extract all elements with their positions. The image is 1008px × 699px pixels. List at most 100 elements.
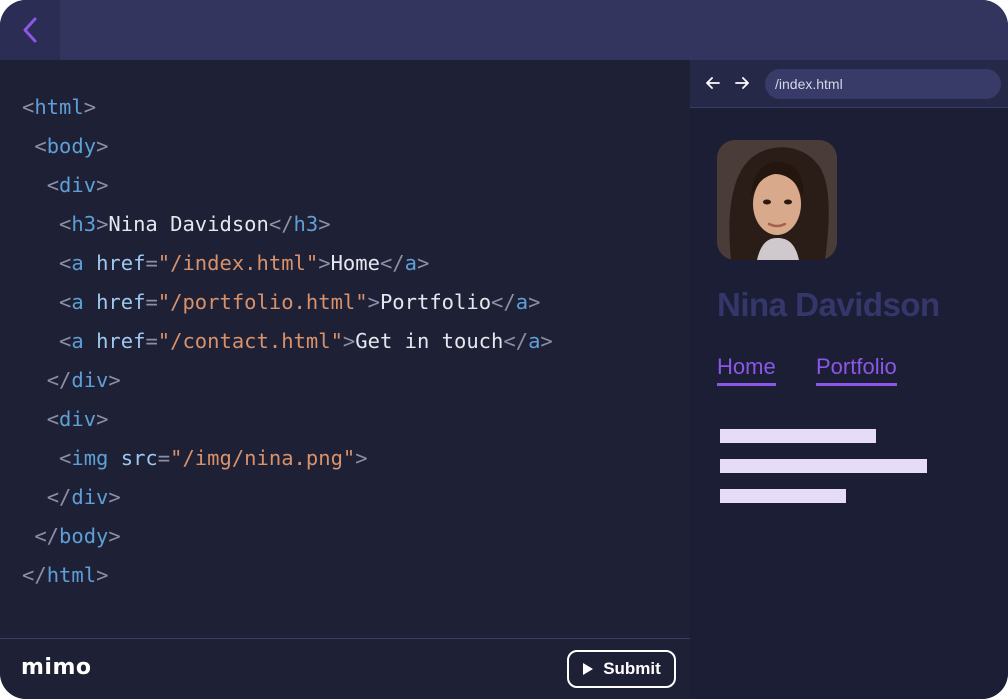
- code-token: Nina Davidson: [108, 212, 269, 236]
- arrow-left-icon: [706, 77, 720, 89]
- code-token: href: [96, 290, 146, 314]
- code-line[interactable]: <body>: [22, 127, 553, 166]
- code-token: >: [96, 407, 109, 431]
- back-button[interactable]: [0, 0, 60, 60]
- code-token: >: [83, 95, 97, 119]
- code-token: a: [404, 251, 417, 275]
- code-token: div: [59, 407, 97, 431]
- code-token: </: [46, 368, 72, 392]
- submit-label: Submit: [603, 659, 661, 678]
- play-icon: [583, 663, 594, 675]
- code-token: <: [59, 329, 72, 353]
- code-token: </: [46, 485, 72, 509]
- code-token: </: [491, 290, 516, 314]
- code-token: >: [540, 329, 553, 353]
- browser-toolbar: /index.html: [690, 60, 1008, 108]
- code-token: >: [108, 485, 121, 509]
- code-token: div: [71, 485, 109, 509]
- editor-footer: mimo Submit: [0, 638, 690, 699]
- code-token: =: [157, 446, 171, 470]
- code-token: <: [59, 290, 72, 314]
- profile-photo: [717, 140, 837, 260]
- code-token: div: [59, 173, 97, 197]
- code-line[interactable]: <h3>Nina Davidson</h3>: [22, 205, 553, 244]
- code-line[interactable]: <a href="/contact.html">Get in touch</a>: [22, 322, 553, 361]
- code-line[interactable]: <a href="/index.html">Home</a>: [22, 244, 553, 283]
- url-bar[interactable]: /index.html: [765, 69, 1001, 99]
- code-token: Get in touch: [355, 329, 504, 353]
- code-token: >: [108, 368, 121, 392]
- code-content[interactable]: <html> <body> <div> <h3>Nina Davidson</h…: [22, 88, 553, 595]
- submit-button[interactable]: Submit: [567, 650, 676, 688]
- text-placeholder-bar: [720, 459, 927, 473]
- code-token: Home: [330, 251, 380, 275]
- app-window: <html> <body> <div> <h3>Nina Davidson</h…: [0, 0, 1008, 699]
- code-token: "/contact.html": [157, 329, 343, 353]
- code-token: </: [379, 251, 405, 275]
- code-line[interactable]: <div>: [22, 400, 553, 439]
- code-token: >: [108, 524, 121, 548]
- preview-link-portfolio[interactable]: Portfolio: [816, 354, 897, 386]
- code-token: </: [22, 563, 47, 587]
- preview-link-home[interactable]: Home: [717, 354, 776, 386]
- code-line[interactable]: </html>: [22, 556, 553, 595]
- top-bar: [0, 0, 1008, 60]
- code-line[interactable]: <div>: [22, 166, 553, 205]
- code-token: =: [145, 329, 158, 353]
- mimo-logo: mimo: [21, 655, 92, 680]
- code-token: <: [22, 95, 35, 119]
- code-token: Portfolio: [379, 290, 492, 314]
- browser-back-button[interactable]: [704, 74, 722, 92]
- code-token: body: [46, 134, 97, 158]
- browser-forward-button[interactable]: [733, 74, 751, 92]
- code-token: <: [59, 212, 72, 236]
- code-token: a: [515, 290, 529, 314]
- code-line[interactable]: <a href="/portfolio.html">Portfolio</a>: [22, 283, 553, 322]
- browser-preview: /index.html Nina Davidson Home Portfolio: [690, 60, 1008, 699]
- code-token: >: [355, 446, 368, 470]
- code-token: </: [34, 524, 60, 548]
- code-token: <: [46, 407, 60, 431]
- code-token: >: [96, 134, 109, 158]
- arrow-right-icon: [735, 77, 749, 89]
- code-editor[interactable]: <html> <body> <div> <h3>Nina Davidson</h…: [0, 60, 690, 638]
- code-token: a: [71, 290, 84, 314]
- code-token: a: [71, 251, 84, 275]
- code-token: html: [46, 563, 97, 587]
- code-line[interactable]: </div>: [22, 478, 553, 517]
- code-token: a: [71, 329, 84, 353]
- code-token: body: [59, 524, 109, 548]
- code-line[interactable]: <html>: [22, 88, 553, 127]
- code-line[interactable]: </body>: [22, 517, 553, 556]
- code-token: href: [96, 251, 146, 275]
- code-token: html: [34, 95, 84, 119]
- code-token: "/portfolio.html": [157, 290, 368, 314]
- code-token: >: [528, 290, 541, 314]
- code-token: <: [59, 251, 72, 275]
- code-token: "/img/nina.png": [170, 446, 356, 470]
- code-token: a: [528, 329, 541, 353]
- code-line[interactable]: </div>: [22, 361, 553, 400]
- code-token: h3: [71, 212, 97, 236]
- code-line[interactable]: <img src="/img/nina.png">: [22, 439, 553, 478]
- code-token: <: [46, 173, 60, 197]
- code-token: =: [145, 251, 158, 275]
- code-token: >: [318, 251, 331, 275]
- code-token: <: [59, 446, 72, 470]
- code-token: href: [96, 329, 146, 353]
- code-token: img: [71, 446, 109, 470]
- code-token: >: [96, 173, 109, 197]
